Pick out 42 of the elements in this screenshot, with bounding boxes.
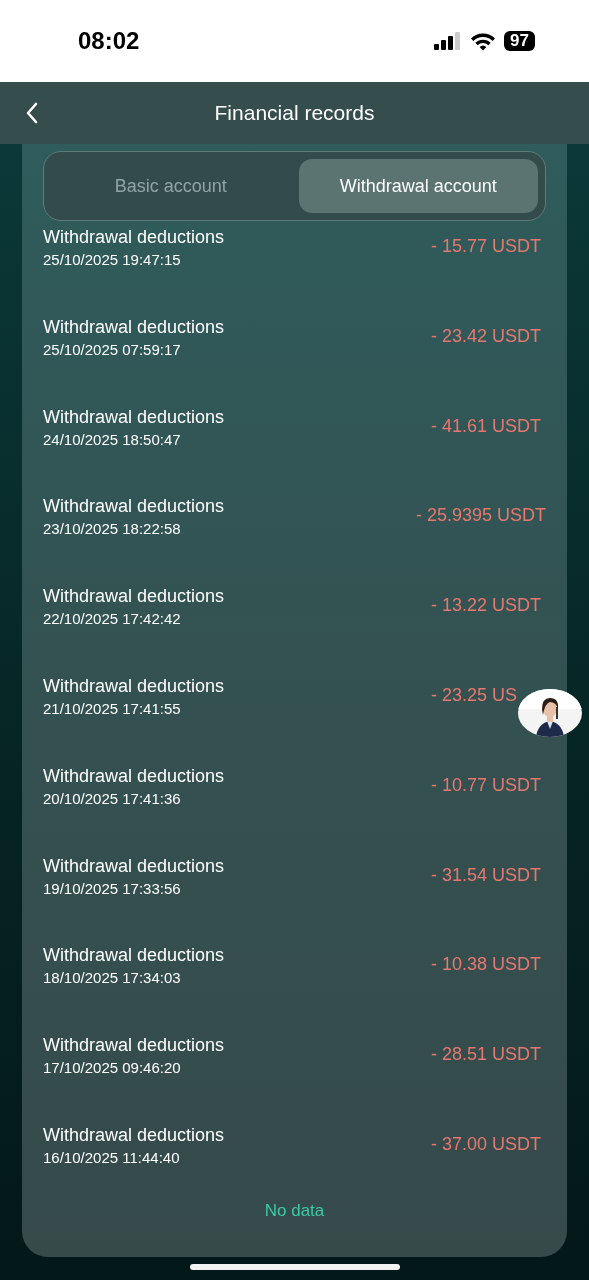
record-amount: - 23.42 USDT <box>431 325 543 347</box>
record-date: 17/10/2025 09:46:20 <box>43 1059 182 1077</box>
record-amount: - 37.00 USDT <box>431 1133 543 1155</box>
record-title: Withdrawal deductions <box>43 1035 225 1057</box>
account-tab[interactable]: Withdrawal account <box>298 159 538 213</box>
record-title: Withdrawal deductions <box>43 765 225 787</box>
record-amount: - 31.54 USDT <box>431 864 543 886</box>
record-title: Withdrawal deductions <box>43 406 225 428</box>
record-title: Withdrawal deductions <box>43 586 225 608</box>
record-title: Withdrawal deductions <box>43 227 225 248</box>
empty-note: No data <box>263 1200 326 1221</box>
record-date: 25/10/2025 07:59:17 <box>43 340 182 358</box>
record-amount: - 25.9395 USDT <box>415 505 546 527</box>
record-title: Withdrawal deductions <box>43 316 225 338</box>
record-amount: - 10.77 USDT <box>431 774 543 796</box>
record-date: 25/10/2025 19:47:15 <box>43 251 182 268</box>
record-amount: - 10.38 USDT <box>431 954 543 976</box>
record-amount: - 15.77 USDT <box>431 236 543 257</box>
record-title: Withdrawal deductions <box>43 855 225 877</box>
record-title: Withdrawal deductions <box>43 496 225 518</box>
record-date: 21/10/2025 17:41:55 <box>43 700 182 717</box>
record-date: 18/10/2025 17:34:03 <box>43 969 182 987</box>
record-date: 19/10/2025 17:33:56 <box>43 879 182 897</box>
record-amount: - 41.61 USDT <box>431 415 543 437</box>
record-title: Withdrawal deductions <box>43 676 225 697</box>
record-date: 16/10/2025 11:44:40 <box>43 1148 181 1166</box>
record-title: Withdrawal deductions <box>43 945 225 967</box>
status-time: 08:02 <box>78 27 140 55</box>
wifi-icon <box>470 31 497 51</box>
record-amount: - 13.22 USDT <box>431 595 543 617</box>
record-amount: - 23.25 US <box>431 685 519 706</box>
account-tab[interactable]: Basic account <box>51 159 291 213</box>
record-amount: - 28.51 USDT <box>431 1044 543 1066</box>
page-title: Financial records <box>214 101 375 125</box>
record-date: 20/10/2025 17:41:36 <box>43 789 182 807</box>
battery-indicator: 97 <box>504 31 535 51</box>
record-date: 24/10/2025 18:50:47 <box>43 430 182 448</box>
record-date: 22/10/2025 17:42:42 <box>43 610 182 628</box>
record-date: 23/10/2025 18:22:58 <box>43 520 182 538</box>
record-title: Withdrawal deductions <box>43 1124 225 1146</box>
back-icon[interactable] <box>25 102 39 124</box>
signal-icon <box>434 32 463 50</box>
